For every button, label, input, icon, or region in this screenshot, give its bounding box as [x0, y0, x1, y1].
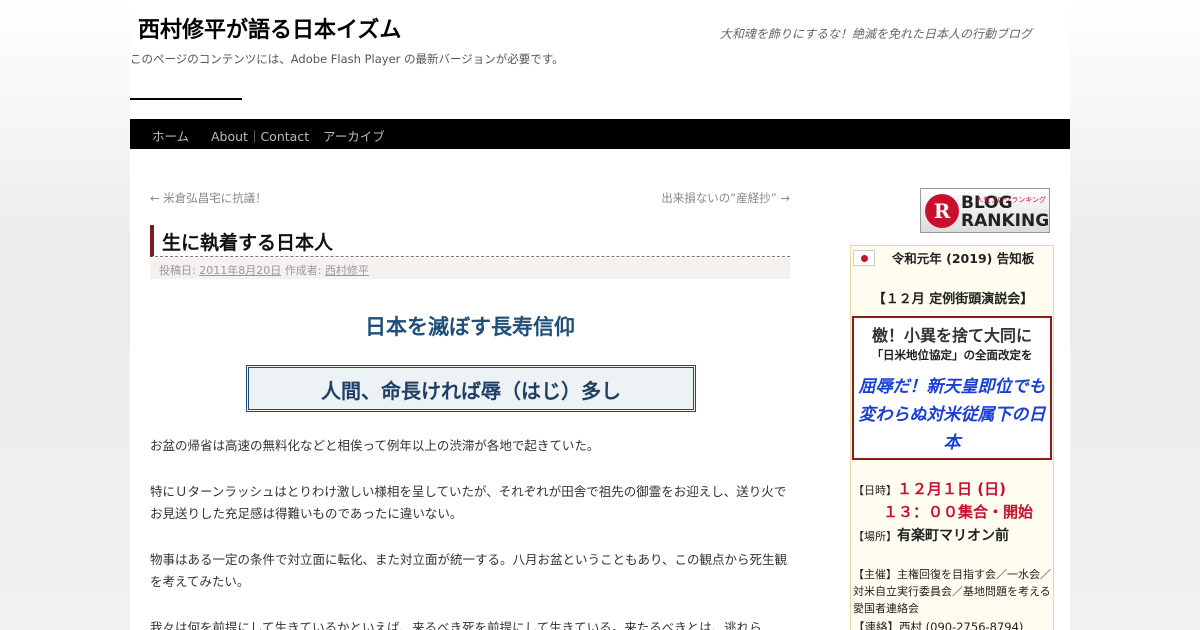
flash-player-notice: このページのコンテンツには、Adobe Flash Player の最新バージョ… [130, 52, 564, 66]
boxed-quote: 人間、命長ければ辱（はじ）多し [246, 365, 696, 412]
next-post-link[interactable]: 出来損ないの“産経抄” → [661, 190, 790, 206]
paragraph: 特にＵターンラッシュはとりわけ激しい様相を呈していたが、それぞれが田舎で祖先の御… [150, 484, 787, 521]
notice-board-title: 令和元年 (2019) 告知板 [891, 251, 1035, 266]
paragraph: 我々は何を前提にして生きているかといえば、来るべき死を前提にして生きている。来た… [150, 620, 762, 630]
nav-item-home[interactable]: ホーム [152, 126, 189, 145]
ranking-logo-icon: R [925, 194, 959, 228]
event-theme-box: 檄！小異を捨て大同に 「日米地位協定」の全面改定を 屈辱だ！新天皇即位でも変わら… [852, 316, 1052, 460]
ranking-banner-line2: RANKING [961, 211, 1050, 231]
boxed-quote-text: 人間、命長ければ辱（はじ）多し [321, 379, 621, 403]
event-date-row: 【日時】１２月１日 (日) [853, 478, 1006, 499]
site-title[interactable]: 西村修平が語る日本イズム [138, 12, 401, 44]
event-name: 【１２月 定例街頭演説会】 [872, 292, 1034, 307]
place-label: 【場所】 [853, 530, 897, 543]
event-time: １３：００集合・開始 [883, 503, 1034, 521]
post-date-link[interactable]: 2011年8月20日 [199, 264, 281, 277]
main-nav: ホーム About｜Contact アーカイブ [130, 119, 1070, 149]
header-divider [130, 98, 242, 100]
event-place: 有楽町マリオン前 [897, 528, 1009, 544]
page-container: 西村修平が語る日本イズム 大和魂を飾りにするな！絶滅を免れた日本人の行動ブログ … [130, 0, 1070, 630]
theme-line-2: 「日米地位協定」の全面改定を [871, 348, 1033, 362]
prev-post-link[interactable]: ← 米倉弘昌宅に抗議！ [150, 190, 267, 206]
author-label: 作成者: [284, 264, 322, 277]
post-navigation: ← 米倉弘昌宅に抗議！ 出来損ないの“産経抄” → [150, 190, 790, 208]
posted-label: 投稿日: [159, 264, 196, 277]
blog-ranking-banner[interactable]: R BLOG RANKING 人気ブログランキング [920, 188, 1050, 233]
main-content: ← 米倉弘昌宅に抗議！ 出来損ないの“産経抄” → 生に執着する日本人 投稿日:… [150, 190, 790, 630]
ranking-banner-small: 人気ブログランキング [976, 196, 1046, 204]
event-place-row: 【場所】有楽町マリオン前 [853, 525, 1009, 545]
post-meta: 投稿日: 2011年8月20日 作成者: 西村修平 [150, 258, 790, 279]
post-author-link[interactable]: 西村修平 [325, 264, 369, 277]
nav-item-about-contact[interactable]: About｜Contact [211, 126, 309, 145]
event-organizers: 【主催】主権回復を目指す会／一水会／対米自立実行委員会／基地問題を考える愛国者連… [853, 568, 1051, 615]
paragraph: お盆の帰省は高速の無料化などと相俟って例年以上の渋滞が各地で起きていた。 [150, 438, 600, 453]
event-contact: 【連絡】西村 (090-2756-8794) [853, 620, 1024, 630]
japan-flag-icon [853, 250, 875, 266]
date-label: 【日時】 [853, 484, 897, 497]
event-date: １２月１日 (日) [897, 480, 1006, 498]
post-title: 生に執着する日本人 [162, 232, 334, 254]
nav-item-archive[interactable]: アーカイブ [323, 126, 385, 145]
theme-line-1: 檄！小異を捨て大同に [871, 326, 1032, 345]
paragraph: 物事はある一定の条件で対立面に転化、また対立面が統一する。八月お盆ということもあ… [150, 552, 788, 589]
theme-line-3: 屈辱だ！新天皇即位でも変わらぬ対米従属下の日本 [858, 377, 1046, 453]
site-description: 大和魂を飾りにするな！絶滅を免れた日本人の行動ブログ [719, 27, 1032, 41]
post-title-bar: 生に執着する日本人 [150, 225, 790, 257]
post-headline: 日本を滅ぼす長寿信仰 [365, 315, 575, 339]
notice-board: 令和元年 (2019) 告知板 【１２月 定例街頭演説会】 檄！小異を捨て大同に… [850, 245, 1054, 630]
